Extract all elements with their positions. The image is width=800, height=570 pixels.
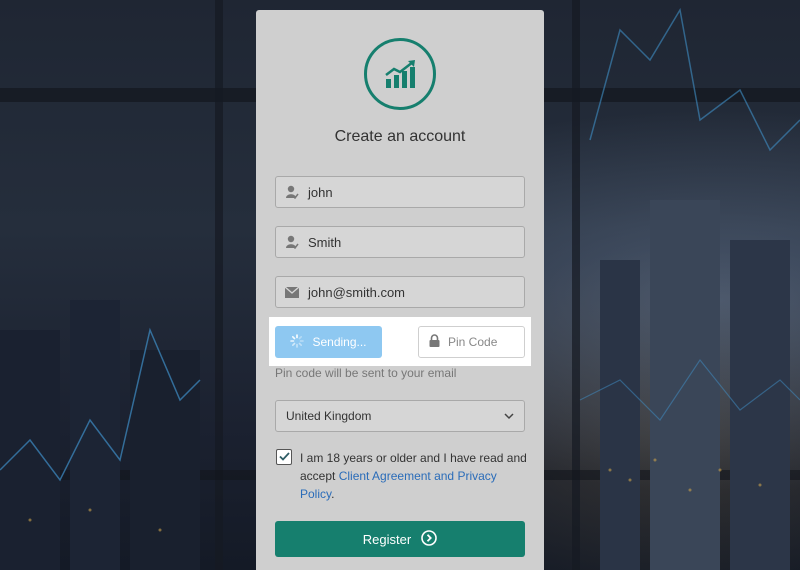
- first-name-value: john: [308, 184, 333, 200]
- agreement-text-end: .: [331, 487, 335, 501]
- email-field[interactable]: john@smith.com: [275, 276, 525, 308]
- pin-hint-text: Pin code will be sent to your email: [275, 366, 457, 380]
- spinner-icon: [290, 333, 305, 351]
- chart-logo-icon: [364, 38, 436, 110]
- envelope-icon: [276, 286, 308, 298]
- user-icon: [276, 235, 308, 249]
- email-value: john@smith.com: [308, 284, 406, 300]
- page-title: Create an account: [334, 128, 466, 145]
- last-name-value: Smith: [308, 234, 342, 250]
- send-pin-button[interactable]: Sending...: [275, 326, 382, 358]
- first-name-field[interactable]: john: [275, 176, 525, 208]
- arrow-right-circle-icon: [421, 529, 438, 549]
- chevron-down-icon: [504, 409, 514, 423]
- country-select[interactable]: United Kingdom: [275, 400, 525, 432]
- last-name-field[interactable]: Smith: [275, 226, 525, 258]
- country-value: United Kingdom: [286, 409, 372, 423]
- pin-code-placeholder: Pin Code: [448, 335, 498, 349]
- pin-code-input[interactable]: Pin Code: [418, 326, 525, 358]
- send-pin-label: Sending...: [312, 335, 367, 349]
- registration-card: Create an account john Smith john@smith.…: [256, 10, 544, 570]
- user-icon: [276, 185, 308, 199]
- lock-icon: [429, 334, 440, 350]
- agreement-text: I am 18 years or older and I have read a…: [300, 449, 530, 503]
- register-button[interactable]: Register: [275, 521, 525, 557]
- register-label: Register: [362, 531, 412, 547]
- checkmark-icon: [278, 448, 290, 466]
- agreement-checkbox[interactable]: [276, 449, 292, 465]
